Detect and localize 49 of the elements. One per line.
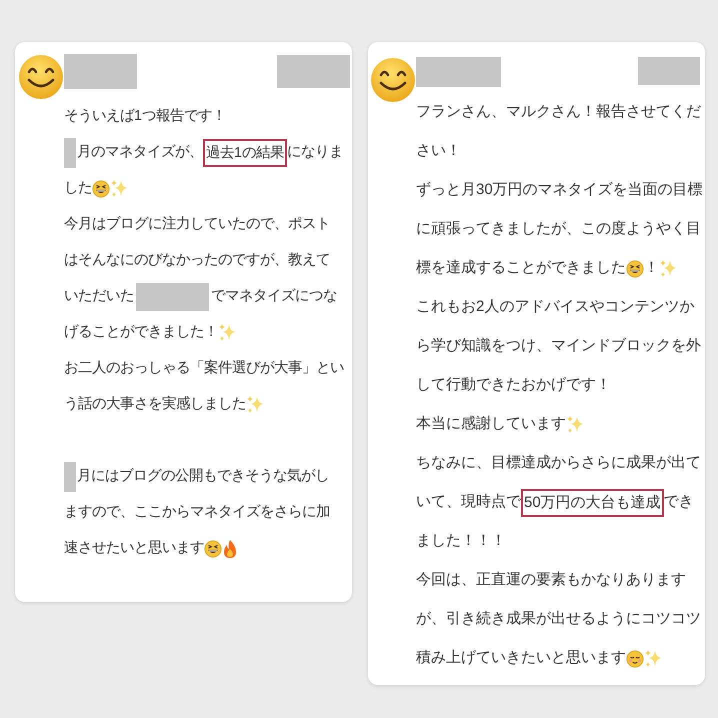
sparkles-icon <box>644 648 662 668</box>
message-text: フランさん、マルクさん！報告させてくだ <box>416 102 701 122</box>
grinning-face-icon <box>92 180 110 198</box>
sparkles-icon <box>659 258 677 278</box>
sparkles-icon <box>110 179 128 199</box>
redaction-block <box>638 57 700 85</box>
message-text: 本当に感謝しています <box>416 414 566 434</box>
message-text: ら学び知識をつけ、マインドブロックを外 <box>416 336 701 356</box>
message-text: に頑張ってきましたが、この度ようやく目 <box>416 219 701 240</box>
message-text: いて、現時点で <box>416 492 521 512</box>
message-text: さい！ <box>416 141 461 162</box>
message-text: はそんなにのびなかったのですが、教えて <box>64 251 330 270</box>
sparkles-icon <box>218 323 236 343</box>
message-text: げることができました！ <box>64 323 218 342</box>
message-text: になりま <box>286 143 343 162</box>
message-text: う話の大事さを実感しました <box>64 394 246 414</box>
message-text: 月のマネタイズが、 <box>77 143 203 162</box>
smiley-avatar-icon <box>370 57 416 103</box>
message-text: 月にはブログの公開もできそうな気がし <box>77 467 329 486</box>
message-text: そういえば1つ報告です！ <box>64 107 226 126</box>
message-text: お二人のおっしゃる「案件選びが大事」とい <box>64 358 344 378</box>
message-text: した <box>64 179 92 198</box>
message-text: ちなみに、目標達成からさらに成果が出て <box>416 453 701 474</box>
message-text: ました！！！ <box>416 531 506 552</box>
message-text: でマネタイズにつな <box>211 287 337 306</box>
grinning-face-icon <box>626 260 644 278</box>
sparkles-icon <box>246 395 264 415</box>
flame-icon <box>222 539 238 559</box>
smiley-avatar-icon <box>18 54 64 100</box>
message-text: これもお2人のアドバイスやコンテンツか <box>416 297 694 318</box>
message-text: でき <box>664 492 694 512</box>
message-text: 積み上げていきたいと思います <box>416 648 626 668</box>
message-text: 標を達成することができました <box>416 258 626 278</box>
redaction-block <box>64 138 76 168</box>
sparkles-icon <box>566 414 584 434</box>
message-text: 今月はブログに注力していたので、ポスト <box>64 215 330 234</box>
message-text: して行動できたおかげです！ <box>416 375 611 396</box>
highlighted-text: 50万円の大台も達成 <box>521 488 664 516</box>
message-text: 速させたいと思います <box>64 539 204 558</box>
message-text: いただいた <box>64 287 134 306</box>
smiling-face-icon <box>626 650 644 668</box>
message-text: ずっと月30万円のマネタイズを当面の目標 <box>416 180 703 200</box>
redaction-block <box>64 462 76 492</box>
message-text: が、引き続き成果が出せるようにコツコツ <box>416 609 701 630</box>
highlighted-text: 過去1の結果 <box>203 139 287 167</box>
message-text: ！ <box>644 258 659 278</box>
message-text: 今回は、正直運の要素もかなりあります <box>416 570 686 590</box>
grinning-face-icon <box>204 540 222 558</box>
message-text: ますので、ここからマネタイズをさらに加 <box>64 503 330 522</box>
